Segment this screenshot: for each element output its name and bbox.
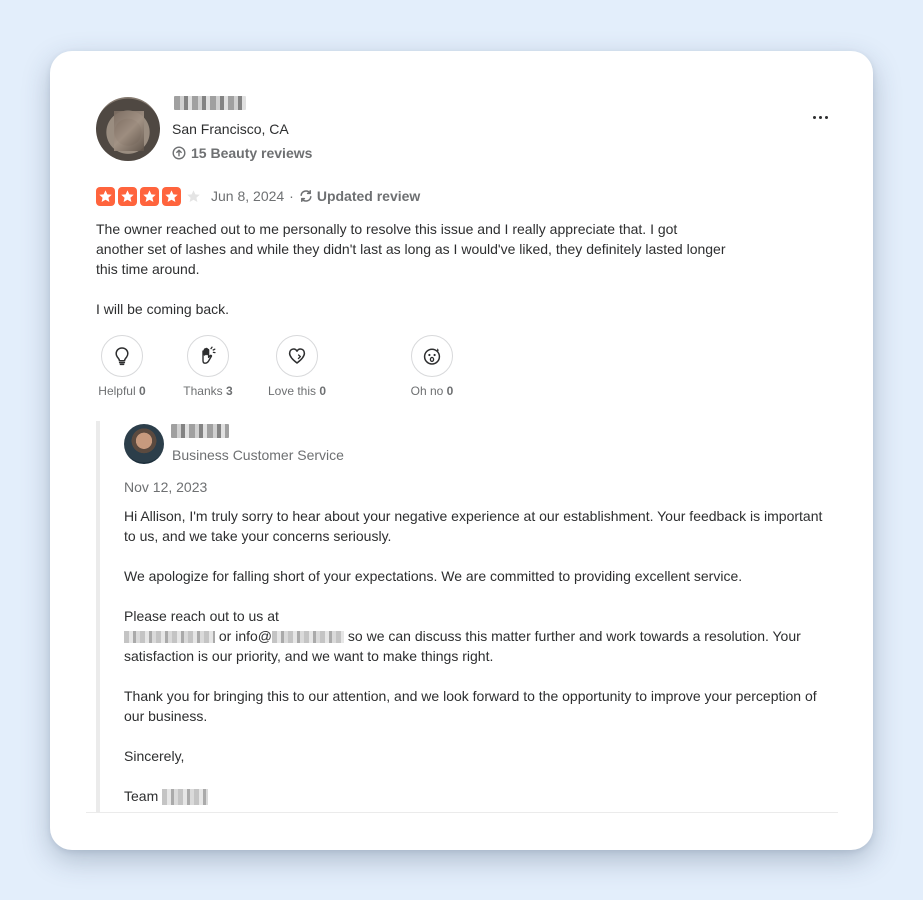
star-filled-icon — [96, 187, 115, 206]
redacted-email-domain — [272, 631, 345, 643]
reply-paragraph: We apologize for falling short of your e… — [124, 568, 743, 584]
redacted-phone — [124, 631, 215, 643]
reply-closing: Sincerely, — [124, 748, 185, 764]
reaction-oh-no-count: 0 — [446, 384, 454, 398]
redacted-business-name — [162, 789, 209, 805]
reaction-thanks-label: Thanks — [183, 384, 223, 398]
owner-avatar[interactable] — [124, 424, 164, 464]
review-card: San Francisco, CA 15 Beauty reviews Jun … — [50, 51, 873, 850]
star-empty-icon — [184, 187, 203, 206]
reply-contact-paragraph: Please reach out to us at or info@ so we… — [124, 606, 836, 666]
reaction-thanks-button[interactable]: Thanks 3 — [180, 335, 236, 398]
owner-name-redacted[interactable] — [171, 424, 229, 438]
review-count-label: 15 Beauty reviews — [191, 145, 313, 161]
reply-date: Nov 12, 2023 — [124, 479, 208, 495]
more-options-button[interactable] — [806, 107, 834, 127]
reply-signature-text: Team — [124, 788, 159, 804]
clapping-hands-icon — [202, 346, 216, 364]
review-paragraph: I will be coming back. — [96, 301, 230, 317]
star-rating — [96, 187, 203, 206]
reviewer-avatar[interactable] — [96, 97, 160, 161]
shocked-face-icon — [423, 348, 441, 365]
review-date: Jun 8, 2024 — [211, 188, 285, 204]
reaction-love-this-label: Love this — [267, 384, 316, 398]
more-options-icon — [812, 115, 816, 119]
reaction-oh-no-label: Oh no — [410, 384, 444, 398]
review-meta: Jun 8, 2024 · Updated review — [211, 188, 420, 204]
reviewer-location: San Francisco, CA — [172, 121, 289, 137]
reaction-helpful-label: Helpful — [98, 384, 136, 398]
review-text: The owner reached out to me personally t… — [96, 219, 726, 339]
lightbulb-icon — [115, 347, 129, 366]
reply-text: Hi Allison, I'm truly sorry to hear abou… — [124, 506, 836, 826]
reaction-helpful-button[interactable]: Helpful 0 — [94, 335, 150, 398]
reply-paragraph: Hi Allison, I'm truly sorry to hear abou… — [124, 508, 823, 544]
reviewer-name-redacted[interactable] — [174, 96, 246, 110]
star-filled-icon — [118, 187, 137, 206]
reaction-oh-no-button[interactable]: Oh no 0 — [404, 335, 460, 398]
reply-paragraph: Thank you for bringing this to our atten… — [124, 688, 817, 724]
reply-contact-or: or info@ — [215, 628, 273, 644]
refresh-icon — [300, 190, 312, 202]
review-paragraph: The owner reached out to me personally t… — [96, 221, 726, 277]
reaction-helpful-count: 0 — [139, 384, 146, 398]
updated-review-link[interactable]: Updated review — [299, 188, 420, 204]
reply-signature: Team — [124, 786, 836, 806]
reaction-love-this-count: 0 — [319, 384, 327, 398]
star-filled-icon — [140, 187, 159, 206]
owner-reply: Business Customer Service Nov 12, 2023 H… — [96, 421, 844, 813]
reply-contact-intro: Please reach out to us at — [124, 608, 279, 624]
reviewer-review-count[interactable]: 15 Beauty reviews — [172, 145, 312, 161]
heart-icon — [288, 348, 306, 364]
owner-role: Business Customer Service — [172, 447, 344, 463]
reaction-thanks-count: 3 — [226, 384, 233, 398]
card-divider — [86, 812, 838, 813]
star-filled-icon — [162, 187, 181, 206]
review-count-icon — [172, 146, 186, 160]
updated-review-label: Updated review — [316, 188, 421, 204]
meta-separator: · — [289, 188, 294, 204]
reaction-love-this-button[interactable]: Love this 0 — [260, 335, 334, 398]
